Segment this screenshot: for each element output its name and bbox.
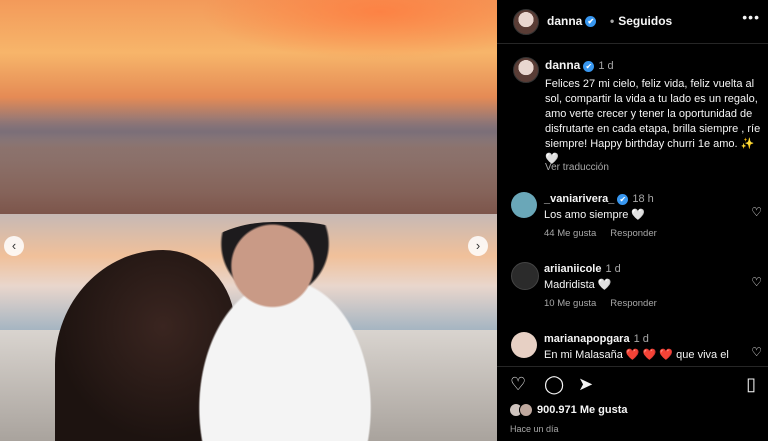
caption-text: Felices 27 mi cielo, feliz vida, feliz v… (545, 78, 761, 165)
verified-badge-icon: ✔ (617, 193, 629, 205)
share-icon[interactable]: ➤ (578, 374, 593, 395)
like-comment-heart-icon[interactable]: ♡ (751, 275, 762, 289)
reply-button[interactable]: Responder (610, 298, 656, 309)
sunset-sky (200, 0, 497, 60)
verified-badge-icon: ✔ (585, 16, 597, 28)
more-options-icon[interactable]: ••• (742, 9, 760, 25)
post-caption: danna ✔ 1 d Felices 27 mi cielo, feliz vid… (545, 58, 761, 167)
see-translation-link[interactable]: Ver traducción (545, 162, 609, 173)
comment-text: Madridista 🤍 (544, 279, 612, 291)
likes-summary[interactable]: 900.971 Me gusta (509, 403, 628, 417)
comment-username[interactable]: marianapopgara (544, 333, 630, 345)
like-comment-heart-icon[interactable]: ♡ (751, 345, 762, 359)
comment-time: 1 d (605, 263, 621, 275)
comment-likes[interactable]: 44 Me gusta (544, 228, 596, 239)
author-avatar[interactable] (513, 9, 539, 35)
caption-author-avatar[interactable] (513, 57, 539, 83)
comment-avatar[interactable] (511, 332, 537, 358)
comment-username[interactable]: ariianiicole (544, 263, 601, 275)
comment-item: ariianiicole 1 d Madridista 🤍 10 Me gusta… (497, 262, 768, 316)
verified-badge-icon: ✔ (583, 60, 595, 72)
post-side-panel: danna ✔ • Seguidos ••• danna ✔ 1 d Felices 2… (497, 0, 768, 441)
reply-button[interactable]: Responder (610, 228, 656, 239)
post-timestamp: Hace un día (510, 424, 559, 434)
man-figure (160, 222, 410, 441)
comment-avatar[interactable] (511, 192, 537, 218)
city-buildings (0, 118, 497, 218)
like-heart-icon[interactable]: ♡ (510, 374, 526, 395)
comment-likes[interactable]: 10 Me gusta (544, 298, 596, 309)
comment-icon[interactable]: ◯ (544, 374, 564, 395)
chevron-left-icon: ‹ (11, 238, 17, 253)
caption-username[interactable]: danna (545, 58, 580, 72)
bookmark-icon[interactable]: ▯ (746, 374, 756, 395)
previous-photo-button[interactable]: ‹ (4, 236, 24, 256)
post-actions-bar: ♡ ◯ ➤ ▯ 900.971 Me gusta Hace un día (497, 366, 768, 441)
next-photo-button[interactable]: › (468, 236, 488, 256)
likes-count[interactable]: 900.971 Me gusta (537, 404, 628, 416)
post-photo[interactable]: ‹ › (0, 0, 497, 441)
liker-avatar (519, 403, 533, 417)
chevron-right-icon: › (475, 238, 481, 253)
post-header: danna ✔ • Seguidos ••• (497, 0, 768, 44)
comment-text: En mi Malasaña ❤️ ❤️ ❤️ que viva el (544, 349, 729, 361)
comment-username[interactable]: _vaniarivera_ (544, 193, 614, 205)
follow-status[interactable]: • Seguidos (606, 14, 672, 28)
comment-text: Los amo siempre 🤍 (544, 209, 646, 221)
comment-time: 18 h (632, 193, 654, 205)
like-comment-heart-icon[interactable]: ♡ (751, 205, 762, 219)
author-username[interactable]: danna ✔ (547, 14, 597, 28)
caption-time: 1 d (598, 60, 614, 72)
comment-avatar[interactable] (511, 262, 539, 290)
comment-time: 1 d (633, 333, 649, 345)
comment-item: _vaniarivera_ ✔ 18 h Los amo siempre 🤍 44 … (497, 192, 768, 246)
